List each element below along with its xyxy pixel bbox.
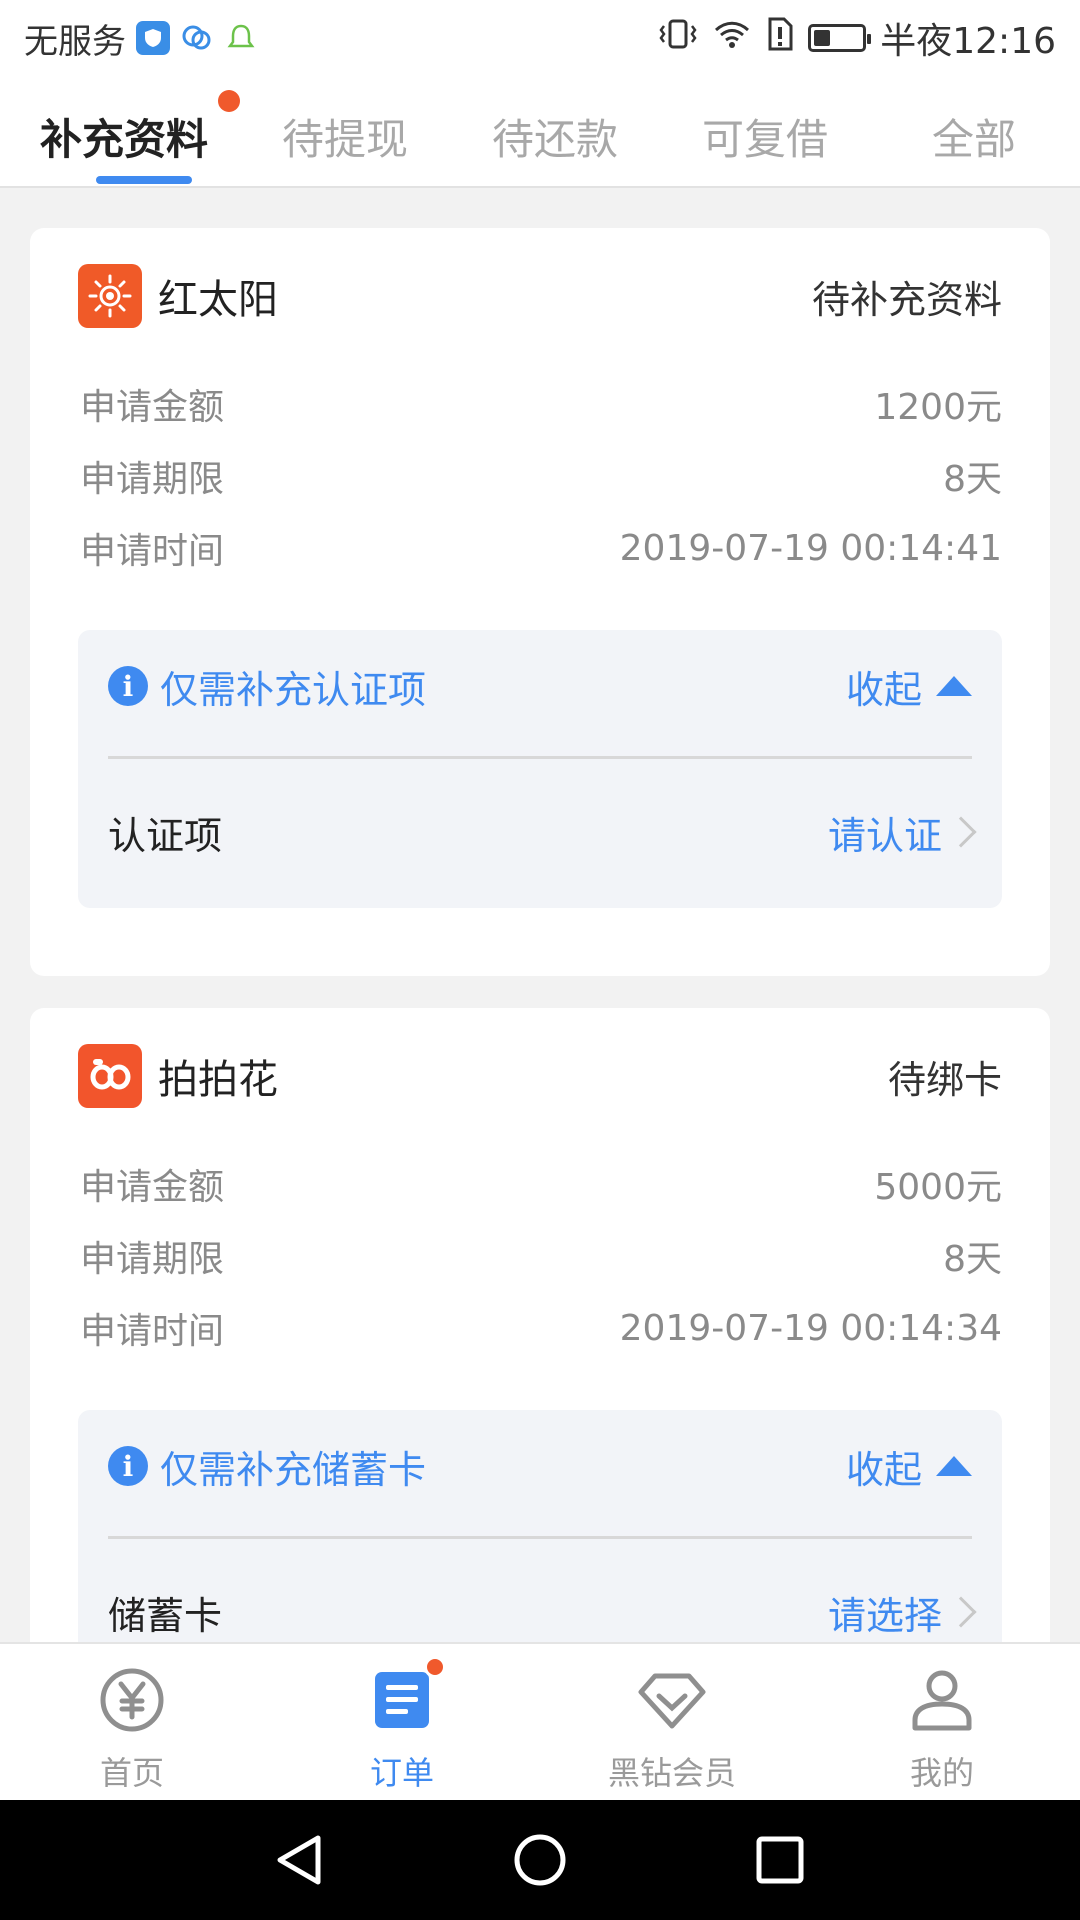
bell-chat-app-icon (224, 21, 258, 55)
status-bar: 无服务 半夜12:16 (0, 0, 1080, 76)
recents-square-icon (756, 1836, 804, 1884)
battery-icon (808, 24, 872, 52)
verify-link[interactable]: 请认证 (827, 805, 977, 860)
nav-me-label: 我的 (909, 1754, 974, 1792)
panel-header: i 仅需补充储蓄卡 收起 (108, 1436, 972, 1496)
bottom-nav: 首页 订单 黑钻会员 我的 (0, 1642, 1080, 1800)
home-button[interactable] (506, 1826, 574, 1894)
info-row: 申请期限 8天 (80, 1232, 1002, 1280)
info-row: 申请金额 5000元 (80, 1160, 1002, 1208)
supplement-panel: i 仅需补充认证项 收起 认证项 请认证 (78, 630, 1002, 908)
card-header: 拍拍花 待绑卡 (78, 1044, 1002, 1108)
chevron-right-icon (945, 1596, 977, 1628)
select-card-link[interactable]: 请选择 (827, 1585, 977, 1640)
card-brand: 红太阳 (78, 264, 278, 328)
system-nav-bar (0, 1800, 1080, 1920)
info-value: 8天 (943, 1239, 1002, 1280)
card-brand: 拍拍花 (78, 1044, 278, 1108)
info-value: 5000元 (874, 1167, 1002, 1208)
info-label: 申请期限 (80, 1239, 225, 1280)
panel-title: i 仅需补充认证项 (108, 659, 426, 714)
info-icon: i (108, 1446, 148, 1486)
order-status: 待绑卡 (887, 1057, 1002, 1102)
collapse-label: 收起 (845, 667, 922, 712)
panel-title: i 仅需补充储蓄卡 (108, 1439, 426, 1494)
select-card-link-text: 请选择 (827, 1593, 942, 1638)
recents-button[interactable] (746, 1826, 814, 1894)
panel-title-text: 仅需补充储蓄卡 (160, 1447, 427, 1492)
info-label: 申请金额 (80, 1167, 225, 1208)
nav-vip[interactable]: 黑钻会员 (592, 1664, 752, 1794)
brand-name: 拍拍花 (158, 1057, 278, 1103)
nav-home[interactable]: 首页 (52, 1664, 212, 1794)
status-bar-right: 半夜12:16 (658, 12, 1056, 64)
info-icon: i (108, 666, 148, 706)
info-value: 8天 (943, 459, 1002, 500)
info-label: 申请时间 (80, 531, 225, 572)
info-value: 2019-07-19 00:14:34 (619, 1307, 1002, 1349)
info-label: 申请时间 (80, 1311, 225, 1352)
nav-home-label: 首页 (99, 1754, 164, 1792)
card-header: 红太阳 待补充资料 (78, 264, 1002, 328)
shield-app-icon (136, 21, 170, 55)
order-card[interactable]: 红太阳 待补充资料 申请金额 1200元 申请期限 8天 申请时间 2019-0… (30, 228, 1050, 976)
paipaihua-logo-icon (78, 1044, 142, 1108)
wechat-pay-app-icon (180, 21, 214, 55)
order-card[interactable]: 拍拍花 待绑卡 申请金额 5000元 申请期限 8天 申请时间 2019-07-… (30, 1008, 1050, 1708)
info-row: 申请时间 2019-07-19 00:14:34 (80, 1304, 1002, 1353)
panel-divider (108, 1536, 972, 1539)
tab-pending-repay[interactable]: 待还款 (492, 106, 618, 167)
collapse-button[interactable]: 收起 (846, 1439, 972, 1494)
caret-up-icon (936, 676, 972, 696)
wifi-icon (712, 18, 752, 59)
back-triangle-icon (277, 1835, 321, 1885)
home-circle-icon (514, 1834, 566, 1886)
brand-name: 红太阳 (158, 277, 278, 323)
supplement-item-label: 储蓄卡 (108, 1593, 223, 1638)
tab-active-indicator (96, 176, 192, 184)
order-status: 待补充资料 (811, 277, 1002, 322)
order-tabs: 补充资料 待提现 待还款 可复借 全部 (0, 76, 1080, 188)
nav-me[interactable]: 我的 (862, 1664, 1022, 1794)
info-row: 申请时间 2019-07-19 00:14:41 (80, 524, 1002, 573)
nav-notification-dot (424, 1656, 446, 1678)
chevron-right-icon (945, 816, 977, 848)
info-label: 申请金额 (80, 387, 225, 428)
sim-alert-icon (766, 17, 794, 60)
collapse-button[interactable]: 收起 (846, 659, 972, 714)
supplement-item[interactable]: 储蓄卡 请选择 (108, 1582, 977, 1642)
order-list-icon (366, 1656, 446, 1736)
panel-title-text: 仅需补充认证项 (160, 667, 427, 712)
clock-text: 半夜12:16 (880, 21, 1056, 62)
tab-supplement-info[interactable]: 补充资料 (40, 106, 208, 167)
sun-logo-icon (78, 264, 142, 328)
verify-link-text: 请认证 (827, 813, 942, 858)
info-value: 2019-07-19 00:14:41 (619, 527, 1002, 569)
nav-orders[interactable]: 订单 (322, 1656, 482, 1794)
tab-all[interactable]: 全部 (932, 106, 1016, 167)
info-value: 1200元 (874, 387, 1002, 428)
panel-header: i 仅需补充认证项 收起 (108, 656, 972, 716)
back-button[interactable] (266, 1826, 334, 1894)
caret-up-icon (936, 1456, 972, 1476)
panel-divider (108, 756, 972, 759)
nav-vip-label: 黑钻会员 (607, 1754, 736, 1792)
carrier-text: 无服务 (24, 21, 126, 62)
collapse-label: 收起 (845, 1447, 922, 1492)
diamond-icon (636, 1664, 708, 1736)
user-icon (906, 1664, 978, 1736)
supplement-item-label: 认证项 (108, 813, 223, 858)
vibrate-icon (658, 18, 698, 59)
tab-notification-dot (218, 90, 240, 112)
nav-orders-label: 订单 (369, 1754, 434, 1792)
info-row: 申请期限 8天 (80, 452, 1002, 500)
tab-reborrow[interactable]: 可复借 (702, 106, 828, 167)
info-label: 申请期限 (80, 459, 225, 500)
yen-coin-icon (96, 1664, 168, 1736)
info-row: 申请金额 1200元 (80, 380, 1002, 428)
status-bar-left: 无服务 (24, 14, 258, 63)
tab-pending-withdraw[interactable]: 待提现 (282, 106, 408, 167)
supplement-item[interactable]: 认证项 请认证 (108, 802, 977, 862)
